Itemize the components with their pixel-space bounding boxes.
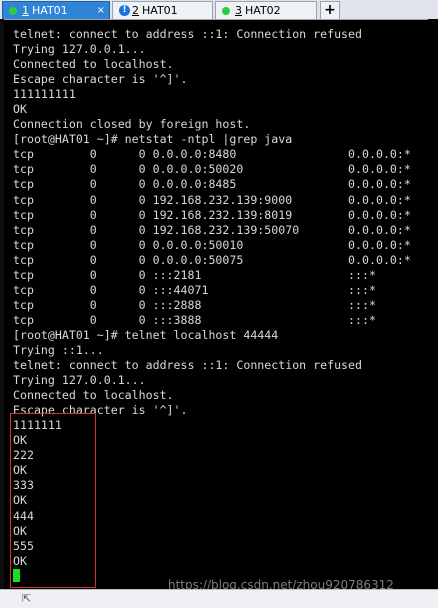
- terminal-line: tcp 0 0 0.0.0.0:8485 0.0.0.0:*: [13, 177, 411, 192]
- connected-status-icon: [222, 7, 230, 15]
- terminal-line: tcp 0 0 192.168.232.139:50070 0.0.0.0:*: [13, 222, 411, 237]
- terminal-line: tcp 0 0 0.0.0.0:8480 0.0.0.0:*: [13, 147, 411, 162]
- terminal-line: tcp 0 0 0.0.0.0:50020 0.0.0.0:*: [13, 162, 411, 177]
- terminal-margin: [0, 19, 4, 589]
- terminal-line: Trying ::1...: [13, 342, 104, 357]
- tab-hat02[interactable]: 3 HAT02: [215, 1, 317, 19]
- terminal-line: Connected to localhost.: [13, 388, 174, 403]
- tab-hat01-2[interactable]: ! 2 HAT01: [112, 1, 213, 19]
- terminal-line: tcp 0 0 0.0.0.0:50075 0.0.0.0:*: [13, 252, 411, 267]
- expand-icon[interactable]: ⇱: [22, 592, 31, 605]
- terminal-line: [root@HAT01 ~]# telnet localhost 44444: [13, 327, 279, 342]
- warning-status-icon: !: [119, 5, 130, 16]
- tab-hat01-1[interactable]: 1 HAT01 ×: [2, 1, 110, 19]
- terminal-line: tcp 0 0 :::44071 :::*: [13, 282, 376, 297]
- tab-bar: 1 HAT01 × ! 2 HAT01 3 HAT02 +: [0, 0, 438, 20]
- highlight-box: [10, 413, 96, 588]
- terminal-line: tcp 0 0 192.168.232.139:9000 0.0.0.0:*: [13, 192, 411, 207]
- tab-title: HAT02: [245, 4, 281, 17]
- terminal-line: Escape character is '^]'.: [13, 72, 188, 87]
- terminal-line: Connection closed by foreign host.: [13, 117, 251, 132]
- terminal-line: tcp 0 0 :::3888 :::*: [13, 312, 376, 327]
- tab-title: HAT01: [32, 4, 68, 17]
- terminal-line: Connected to localhost.: [13, 57, 174, 72]
- terminal-line: tcp 0 0 0.0.0.0:50010 0.0.0.0:*: [13, 237, 411, 252]
- terminal-line: telnet: connect to address ::1: Connecti…: [13, 27, 363, 41]
- status-bar: ⇱: [0, 589, 438, 608]
- terminal-line: tcp 0 0 :::2888 :::*: [13, 297, 376, 312]
- tab-number: 2: [132, 4, 139, 17]
- close-tab-icon[interactable]: ×: [97, 2, 105, 19]
- terminal-line: Trying 127.0.0.1...: [13, 373, 146, 388]
- terminal-line: [root@HAT01 ~]# netstat -ntpl |grep java: [13, 132, 293, 147]
- terminal-line: telnet: connect to address ::1: Connecti…: [13, 358, 363, 373]
- new-tab-button[interactable]: +: [320, 1, 340, 19]
- terminal-line: tcp 0 0 :::2181 :::*: [13, 267, 376, 282]
- terminal-line: tcp 0 0 192.168.232.139:8019 0.0.0.0:*: [13, 207, 411, 222]
- terminal-line: 111111111: [13, 87, 76, 102]
- connected-status-icon: [9, 7, 17, 15]
- tab-number: 3: [235, 4, 242, 17]
- terminal-line: Trying 127.0.0.1...: [13, 42, 146, 57]
- tab-number: 1: [22, 4, 29, 17]
- tab-title: HAT01: [142, 4, 178, 17]
- terminal-line: OK: [13, 102, 27, 117]
